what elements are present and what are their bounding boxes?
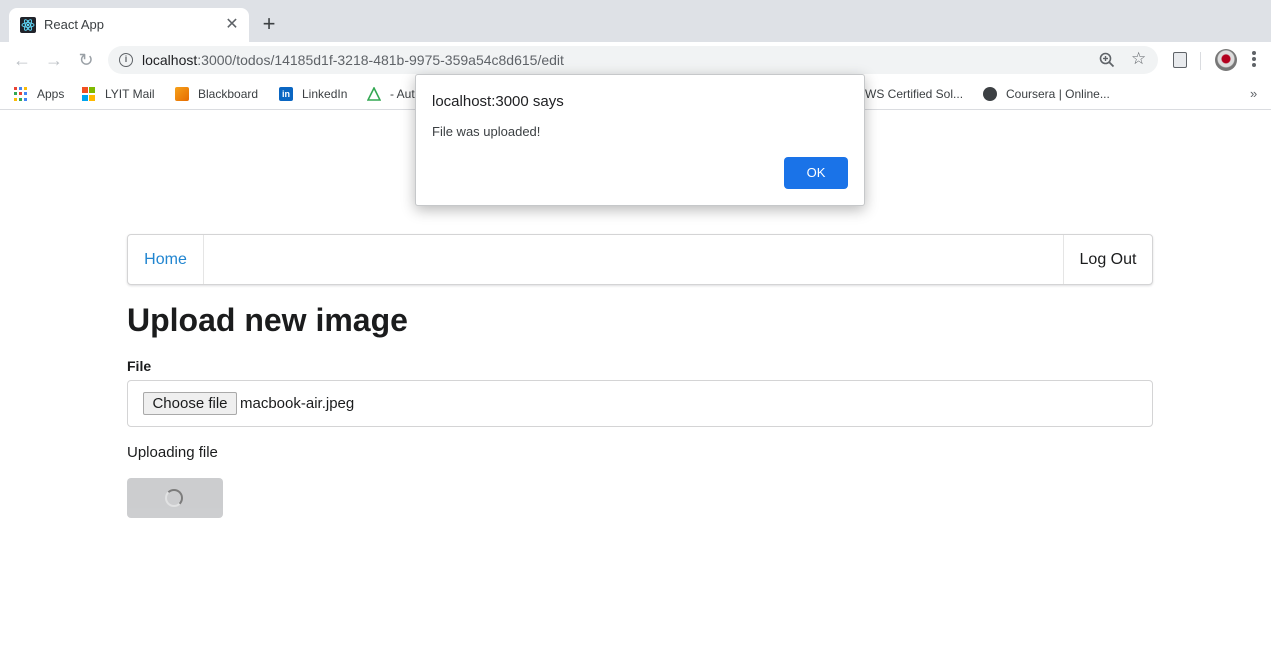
logout-button[interactable]: Log Out (1063, 235, 1152, 284)
dialog-message: File was uploaded! (432, 124, 541, 139)
tab-title: React App (44, 17, 104, 32)
bookmark-label: Apps (37, 87, 65, 101)
home-link[interactable]: Home (128, 235, 204, 284)
alert-dialog: localhost:3000 says File was uploaded! O… (415, 74, 865, 206)
info-icon[interactable]: i (119, 53, 133, 67)
page-title: Upload new image (127, 302, 408, 338)
upload-status-text: Uploading file (127, 444, 218, 461)
bookmark-linkedin[interactable]: in LinkedIn (279, 86, 354, 102)
back-arrow-icon[interactable]: ← (11, 49, 33, 71)
browser-window: React App ✕ + ← → ↻ i localhost:3000/tod… (0, 0, 1271, 655)
bookmark-label: LinkedIn (302, 87, 348, 101)
url-text[interactable]: localhost:3000/todos/14185d1f-3218-481b-… (142, 52, 564, 68)
menu-kebab-icon[interactable] (1252, 51, 1256, 69)
bookmark-aws-certified[interactable]: WS Certified Sol... (865, 86, 970, 102)
triangle-icon (367, 87, 381, 101)
address-bar[interactable]: i localhost:3000/todos/14185d1f-3218-481… (108, 46, 1158, 74)
choose-file-button[interactable]: Choose file (143, 392, 237, 415)
microsoft-icon (82, 87, 96, 101)
upload-button-loading[interactable] (127, 478, 223, 518)
tab-strip: React App ✕ + (0, 0, 1271, 42)
linkedin-icon: in (279, 87, 293, 101)
bookmark-label: Coursera | Online... (1006, 87, 1110, 101)
top-menu: Home Log Out (127, 234, 1153, 285)
react-icon (20, 17, 36, 33)
bookmark-lyit-mail[interactable]: LYIT Mail (82, 86, 162, 102)
profile-avatar[interactable] (1215, 49, 1237, 71)
bookmark-blackboard[interactable]: Blackboard (175, 86, 270, 102)
globe-icon (983, 87, 997, 101)
reload-icon[interactable]: ↻ (75, 49, 97, 71)
tab-react-app[interactable]: React App ✕ (9, 8, 249, 42)
browser-toolbar: ← → ↻ i localhost:3000/todos/14185d1f-32… (0, 42, 1271, 78)
extension-icon[interactable] (1173, 52, 1187, 68)
blackboard-icon (175, 87, 189, 101)
bookmark-label: WS Certified Sol... (865, 87, 964, 101)
apps-grid-icon (14, 87, 28, 101)
tab-close-icon[interactable]: ✕ (223, 16, 241, 34)
bookmark-star-icon[interactable]: ☆ (1131, 49, 1146, 69)
dialog-title: localhost:3000 says (432, 93, 564, 110)
loading-spinner-icon (165, 489, 183, 507)
new-tab-icon[interactable]: + (258, 13, 280, 35)
bookmark-apps[interactable]: Apps (14, 86, 74, 102)
bookmark-coursera[interactable]: Coursera | Online... (983, 86, 1123, 102)
url-path: :3000/todos/14185d1f-3218-481b-9975-359a… (197, 52, 564, 68)
bookmark-label: LYIT Mail (105, 87, 155, 101)
bookmark-label: - Aut (390, 87, 415, 101)
more-bookmarks-icon[interactable]: » (1250, 86, 1257, 102)
zoom-icon[interactable] (1098, 51, 1116, 69)
file-field-label: File (127, 358, 152, 374)
bookmark-aut[interactable]: - Aut (367, 86, 417, 102)
toolbar-divider (1200, 52, 1201, 70)
forward-arrow-icon[interactable]: → (43, 49, 65, 71)
dialog-ok-button[interactable]: OK (784, 157, 848, 189)
bookmark-label: Blackboard (198, 87, 259, 101)
file-input[interactable]: Choose file macbook-air.jpeg (127, 380, 1153, 427)
selected-file-name: macbook-air.jpeg (240, 395, 355, 412)
url-host: localhost (142, 52, 198, 68)
